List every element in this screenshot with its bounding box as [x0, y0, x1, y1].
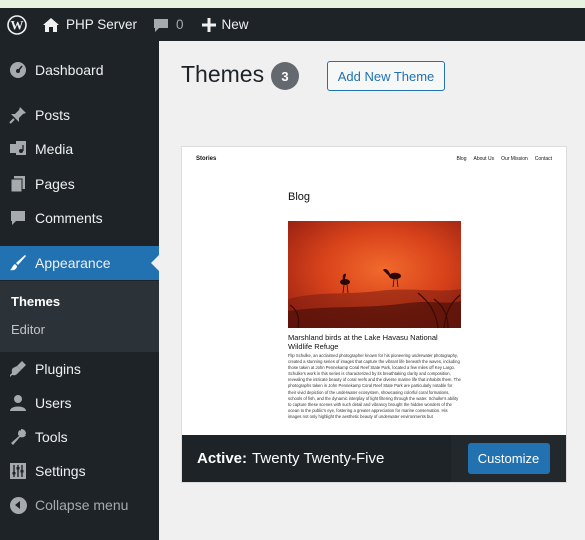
page-title: Themes [181, 61, 265, 87]
preview-heading: Blog [288, 191, 311, 203]
preview-nav-item: Blog [456, 156, 467, 162]
active-label-text: Active: [197, 450, 248, 467]
theme-count-badge: 3 [271, 62, 299, 90]
menu-label: Pages [35, 176, 75, 192]
menu-plugins[interactable]: Plugins [0, 352, 159, 386]
menu-label: Comments [35, 210, 103, 226]
site-name-label: PHP Server [66, 17, 138, 32]
admin-sidebar: Dashboard Posts Media Pages Comments App… [0, 41, 159, 540]
menu-label: Media [35, 141, 74, 157]
preview-post-title: Marshland birds at the Lake Havasu Natio… [288, 333, 438, 351]
new-label: New [221, 17, 249, 32]
site-name-link[interactable]: PHP Server [42, 8, 137, 41]
appearance-submenu: Themes Editor [0, 281, 159, 352]
menu-label: Users [35, 395, 72, 411]
dashboard-icon [0, 61, 36, 79]
menu-tools[interactable]: Tools [0, 420, 159, 454]
menu-appearance[interactable]: Appearance [0, 246, 159, 280]
menu-label: Posts [35, 107, 71, 123]
preview-nav-item: About Us [473, 156, 495, 162]
theme-footer: Active: Twenty Twenty-Five Customize [182, 435, 566, 482]
collapse-menu-button[interactable]: Collapse menu [0, 488, 159, 522]
media-icon [0, 140, 36, 158]
menu-users[interactable]: Users [0, 386, 159, 420]
active-indicator [151, 255, 159, 271]
submenu-themes[interactable]: Themes [11, 294, 60, 309]
collapse-label: Collapse menu [35, 497, 129, 513]
wordpress-logo-icon[interactable]: W [0, 8, 34, 41]
theme-actions: Customize [451, 435, 566, 482]
wrench-icon [0, 428, 36, 446]
user-icon [0, 394, 36, 412]
brush-icon [0, 254, 36, 272]
comment-bubble-icon [154, 18, 169, 32]
active-theme-card[interactable]: Stories Blog About Us Our Mission Contac… [181, 146, 567, 483]
theme-name: Twenty Twenty-Five [252, 450, 385, 467]
pin-icon [0, 106, 36, 124]
add-new-theme-button[interactable]: Add New Theme [327, 61, 445, 91]
plus-icon [201, 17, 216, 32]
active-label: Active: [197, 450, 247, 467]
top-strip [0, 0, 585, 8]
customize-button[interactable]: Customize [467, 443, 550, 474]
comments-count: 0 [176, 17, 184, 32]
menu-label: Tools [35, 429, 68, 445]
menu-posts[interactable]: Posts [0, 98, 159, 132]
theme-screenshot[interactable]: Stories Blog About Us Our Mission Contac… [182, 147, 566, 435]
menu-label: Appearance [35, 255, 111, 271]
settings-icon [0, 462, 36, 480]
menu-settings[interactable]: Settings [0, 454, 159, 488]
menu-label: Dashboard [35, 62, 104, 78]
comment-icon [0, 209, 36, 227]
comments-link[interactable]: 0 [153, 8, 184, 41]
new-content-link[interactable]: New [201, 8, 249, 41]
menu-label: Plugins [35, 361, 81, 377]
preview-nav-item: Our Mission [501, 156, 528, 162]
menu-label: Settings [35, 463, 86, 479]
collapse-icon [0, 496, 36, 514]
preview-nav: Blog About Us Our Mission Contact [456, 156, 552, 162]
preview-nav-item: Contact [534, 156, 552, 162]
pages-icon [0, 175, 36, 193]
home-icon [43, 17, 59, 32]
menu-dashboard[interactable]: Dashboard [0, 53, 159, 87]
preview-featured-image [288, 221, 461, 328]
submenu-editor[interactable]: Editor [11, 322, 45, 337]
plugin-icon [0, 360, 36, 378]
preview-site-title: Stories [196, 156, 217, 162]
menu-media[interactable]: Media [0, 132, 159, 166]
admin-bar: W PHP Server 0 New [0, 8, 585, 41]
menu-comments[interactable]: Comments [0, 201, 159, 235]
preview-post-excerpt: Flip Schulke, an acclaimed photographer … [288, 353, 461, 419]
menu-pages[interactable]: Pages [0, 167, 159, 201]
svg-text:W: W [11, 17, 24, 32]
